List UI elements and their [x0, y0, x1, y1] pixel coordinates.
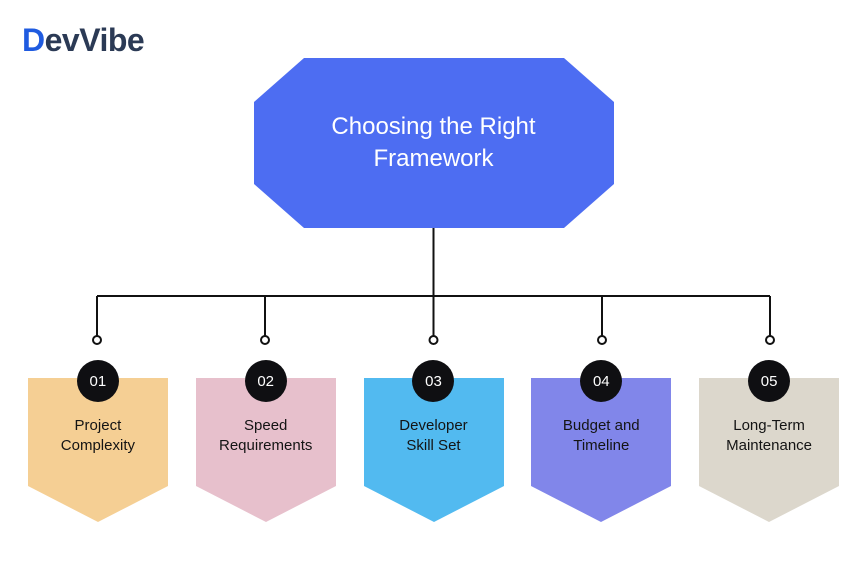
card-04: 04 Budget and Timeline — [531, 362, 671, 522]
card-02: 02 Speed Requirements — [196, 362, 336, 522]
card-label: Long-Term Maintenance — [707, 416, 831, 457]
card-number-badge: 01 — [77, 360, 119, 402]
logo-rest: evVibe — [45, 22, 145, 58]
card-03: 03 Developer Skill Set — [364, 362, 504, 522]
logo: DevVibe — [22, 22, 144, 59]
card-label: Budget and Timeline — [539, 416, 663, 457]
cards-row: 01 Project Complexity 02 Speed Requireme… — [0, 362, 867, 522]
card-label: Speed Requirements — [204, 416, 328, 457]
card-label: Project Complexity — [36, 416, 160, 457]
title-banner: Choosing the Right Framework — [254, 58, 614, 228]
card-number-badge: 04 — [580, 360, 622, 402]
banner-title: Choosing the Right Framework — [254, 58, 614, 228]
card-label: Developer Skill Set — [372, 416, 496, 457]
card-number-badge: 02 — [245, 360, 287, 402]
card-number-badge: 03 — [412, 360, 454, 402]
card-number-badge: 05 — [748, 360, 790, 402]
card-01: 01 Project Complexity — [28, 362, 168, 522]
logo-accent: D — [22, 22, 45, 58]
card-05: 05 Long-Term Maintenance — [699, 362, 839, 522]
